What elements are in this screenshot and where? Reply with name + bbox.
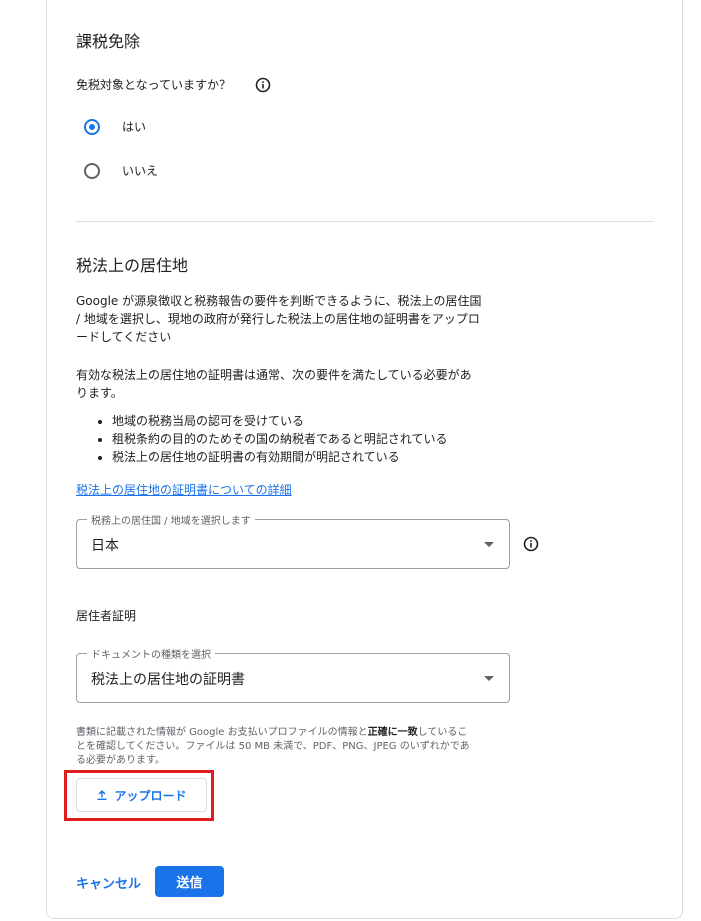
- radio-yes-button[interactable]: [84, 119, 100, 135]
- upload-note: 書類に記載された情報が Google お支払いプロファイルの情報と正確に一致して…: [76, 726, 516, 768]
- chevron-down-icon: [484, 542, 494, 547]
- radio-yes-label: はい: [122, 120, 147, 134]
- certificate-heading: 居住者証明: [76, 609, 137, 623]
- requirements-intro-line: ります。: [76, 386, 123, 400]
- upload-button[interactable]: アップロード: [76, 778, 207, 812]
- country-select-value: 日本: [91, 538, 119, 554]
- upload-button-label: アップロード: [114, 788, 187, 803]
- info-icon[interactable]: [255, 77, 271, 93]
- section-divider: [76, 221, 654, 222]
- requirement-item: 租税条約の目的のためその国の納税者であると明記されている: [112, 430, 448, 448]
- upload-icon: [97, 790, 107, 800]
- cancel-button[interactable]: キャンセル: [76, 873, 141, 892]
- note-emphasis: 正確に一致: [367, 727, 418, 738]
- tax-exempt-heading: 課税免除: [76, 32, 141, 51]
- requirements-list: 地域の税務当局の認可を受けている 租税条約の目的のためその国の納税者であると明記…: [76, 412, 448, 466]
- requirements-intro-line: 有効な税法上の居住地の証明書は通常、次の要件を満たしている必要があ: [76, 368, 472, 382]
- radio-no-label: いいえ: [122, 164, 159, 178]
- country-select[interactable]: 税務上の居住国 / 地域を選択します 日本: [76, 512, 510, 569]
- certificate-details-link[interactable]: 税法上の居住地の証明書についての詳細: [76, 481, 292, 498]
- note-text: しているこ: [417, 727, 468, 738]
- submit-button[interactable]: 送信: [155, 866, 224, 897]
- requirements-intro: 有効な税法上の居住地の証明書は通常、次の要件を満たしている必要があ ります。: [76, 366, 526, 402]
- document-type-label: ドキュメントの種類を選択: [87, 646, 215, 661]
- residency-intro: Google が源泉徴収と税務報告の要件を判断できるように、税法上の居住国 / …: [76, 292, 526, 346]
- note-text: とを確認してください。ファイルは 50 MB 未満で、PDF、PNG、JPEG …: [76, 741, 470, 752]
- requirement-item: 地域の税務当局の認可を受けている: [112, 412, 448, 430]
- intro-line: ードしてください: [76, 330, 172, 344]
- radio-no-button[interactable]: [84, 163, 100, 179]
- intro-line: / 地域を選択し、現地の政府が発行した税法上の居住地の証明書をアップロ: [76, 312, 480, 326]
- chevron-down-icon: [484, 676, 494, 681]
- country-select-label: 税務上の居住国 / 地域を選択します: [87, 512, 255, 527]
- tax-exempt-question: 免税対象となっていますか？: [76, 78, 232, 92]
- document-type-value: 税法上の居住地の証明書: [91, 672, 245, 688]
- info-icon[interactable]: [523, 536, 539, 552]
- requirement-item: 税法上の居住地の証明書の有効期間が明記されている: [112, 448, 448, 466]
- document-type-select[interactable]: ドキュメントの種類を選択 税法上の居住地の証明書: [76, 646, 510, 703]
- note-text: 書類に記載された情報が Google お支払いプロファイルの情報と: [76, 727, 368, 738]
- intro-line: Google が源泉徴収と税務報告の要件を判断できるように、税法上の居住国: [76, 294, 482, 308]
- note-text: る必要があります。: [76, 755, 165, 766]
- residency-heading: 税法上の居住地: [76, 256, 189, 275]
